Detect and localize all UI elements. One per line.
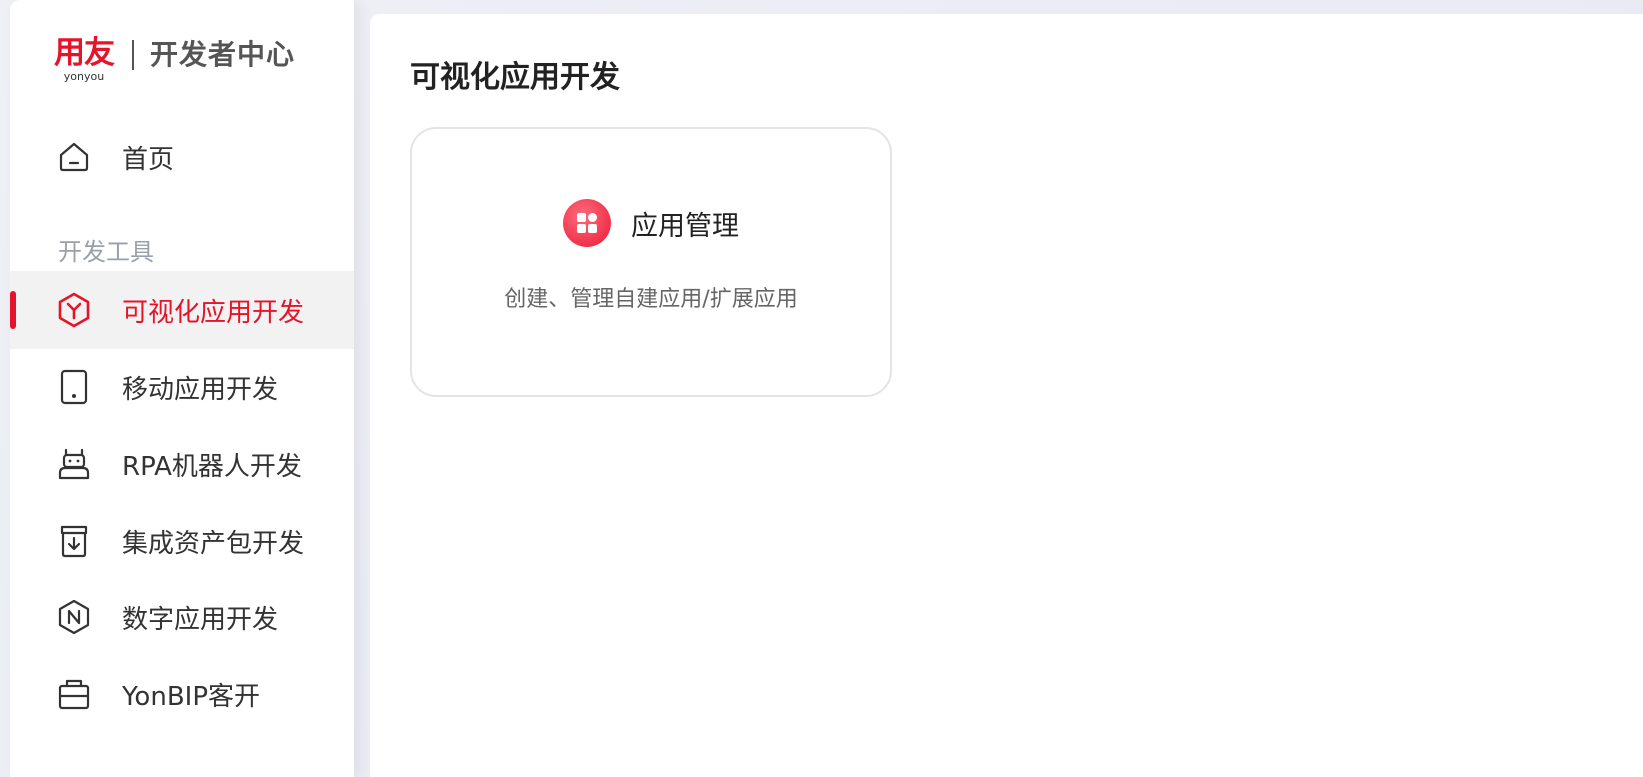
app-management-card[interactable]: 应用管理 创建、管理自建应用/扩展应用: [410, 127, 892, 397]
sidebar-item-digital-app[interactable]: 数字应用开发: [10, 578, 354, 656]
card-header: 应用管理: [412, 199, 890, 247]
sidebar-item-mobile-app[interactable]: 移动应用开发: [10, 348, 354, 426]
sidebar-item-rpa[interactable]: RPA机器人开发: [10, 425, 354, 503]
portal-title: 开发者中心: [150, 38, 296, 71]
logo-divider: [132, 40, 134, 70]
robot-icon: [56, 446, 92, 482]
sidebar-item-label: 数字应用开发: [122, 604, 279, 635]
sidebar-item-visual-app[interactable]: 可视化应用开发: [10, 271, 354, 349]
page-title: 可视化应用开发: [410, 60, 620, 95]
active-indicator: [10, 291, 16, 329]
visual-app-icon: [56, 292, 92, 328]
app-window: 用友 yonyou 开发者中心 首页 开发工具 可视化应用开发 移动应用开发 R…: [0, 0, 1643, 777]
digital-app-icon: [56, 599, 92, 635]
sidebar-item-label: 集成资产包开发: [122, 528, 305, 559]
sidebar-item-label: 首页: [122, 144, 175, 175]
logo-sub-text: yonyou: [63, 70, 105, 83]
sidebar-item-label: 可视化应用开发: [122, 297, 305, 328]
app-grid-icon: [563, 199, 611, 247]
card-title: 应用管理: [631, 210, 739, 242]
sidebar-item-label: YonBIP客开: [122, 681, 260, 712]
package-icon: [56, 523, 92, 559]
tablet-icon: [56, 369, 92, 405]
sidebar-item-asset-package[interactable]: 集成资产包开发: [10, 502, 354, 580]
briefcase-icon: [56, 676, 92, 712]
sidebar-item-home[interactable]: 首页: [10, 118, 354, 196]
logo-main-text: 用友: [54, 35, 115, 71]
yonyou-logo: 用友 yonyou: [54, 35, 115, 83]
main-content: 可视化应用开发 应用管理 创建、管理自建应用/扩展应用: [370, 14, 1643, 777]
section-label-dev-tools: 开发工具: [58, 238, 154, 266]
card-description: 创建、管理自建应用/扩展应用: [504, 287, 798, 312]
sidebar-item-label: 移动应用开发: [122, 374, 279, 405]
brand-logo[interactable]: 用友 yonyou 开发者中心: [54, 36, 295, 86]
home-icon: [56, 139, 92, 175]
sidebar: 用友 yonyou 开发者中心 首页 开发工具 可视化应用开发 移动应用开发 R…: [10, 0, 354, 777]
sidebar-item-label: RPA机器人开发: [122, 451, 302, 482]
sidebar-item-yonbip[interactable]: YonBIP客开: [10, 655, 354, 733]
